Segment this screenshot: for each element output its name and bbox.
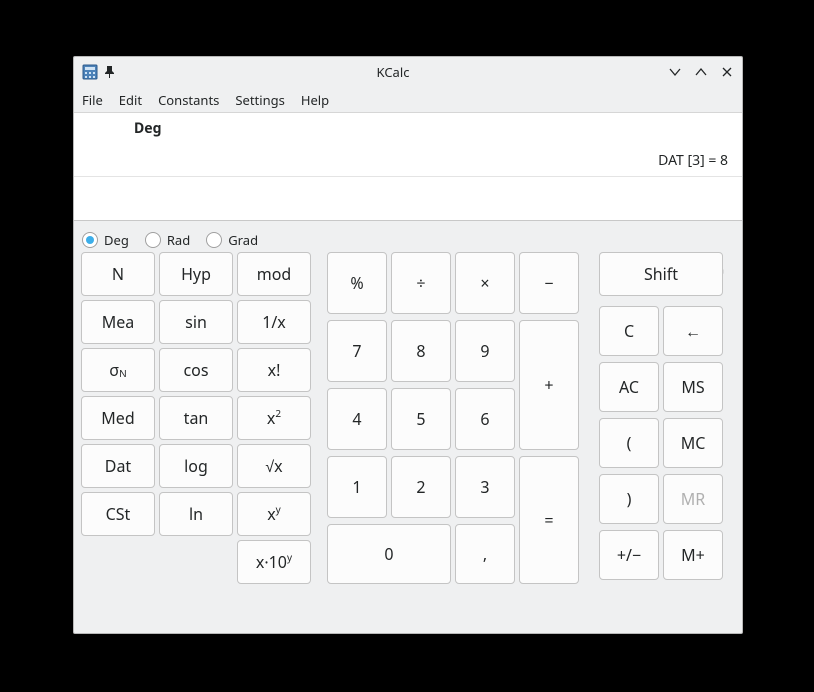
- n-button[interactable]: N: [81, 252, 155, 296]
- digit-3-button[interactable]: 3: [455, 456, 515, 518]
- display: Deg DAT [3] = 8: [74, 113, 742, 221]
- memory-clear-button[interactable]: MC: [663, 418, 723, 468]
- left-paren-button[interactable]: (: [599, 418, 659, 468]
- digit-2-button[interactable]: 2: [391, 456, 451, 518]
- radio-grad-label: Grad: [228, 231, 258, 249]
- menu-edit[interactable]: Edit: [119, 91, 142, 109]
- app-icon: [82, 64, 98, 80]
- radio-deg-label: Deg: [104, 231, 129, 249]
- display-input: [74, 177, 742, 220]
- digit-9-button[interactable]: 9: [455, 320, 515, 382]
- sigma-button[interactable]: σN: [81, 348, 155, 392]
- menu-help[interactable]: Help: [301, 91, 329, 109]
- mean-button[interactable]: Mea: [81, 300, 155, 344]
- multiply-button[interactable]: ×: [455, 252, 515, 314]
- digit-7-button[interactable]: 7: [327, 320, 387, 382]
- menubar: File Edit Constants Settings Help: [74, 87, 742, 113]
- backspace-button[interactable]: ←: [663, 306, 723, 356]
- sqrt-button[interactable]: √x: [237, 444, 311, 488]
- divide-button[interactable]: ÷: [391, 252, 451, 314]
- digit-5-button[interactable]: 5: [391, 388, 451, 450]
- clear-button[interactable]: C: [599, 306, 659, 356]
- hyp-button[interactable]: Hyp: [159, 252, 233, 296]
- display-mode: Deg: [74, 113, 742, 147]
- ln-button[interactable]: ln: [159, 492, 233, 536]
- memory-recall-button[interactable]: MR: [663, 474, 723, 524]
- display-result: DAT [3] = 8: [74, 147, 742, 177]
- digit-1-button[interactable]: 1: [327, 456, 387, 518]
- keypad-area: N Hyp mod Mea sin 1/x σN cos x! Med tan …: [81, 252, 735, 608]
- reciprocal-button[interactable]: 1/x: [237, 300, 311, 344]
- sin-button[interactable]: sin: [159, 300, 233, 344]
- equals-button[interactable]: =: [519, 456, 579, 584]
- add-button[interactable]: +: [519, 320, 579, 450]
- menu-constants[interactable]: Constants: [158, 91, 219, 109]
- radio-rad-label: Rad: [167, 231, 190, 249]
- percent-button[interactable]: %: [327, 252, 387, 314]
- cst-button[interactable]: CSt: [81, 492, 155, 536]
- subtract-button[interactable]: −: [519, 252, 579, 314]
- maximize-icon[interactable]: [694, 65, 708, 79]
- digit-4-button[interactable]: 4: [327, 388, 387, 450]
- menu-file[interactable]: File: [82, 91, 103, 109]
- radio-grad[interactable]: [206, 232, 222, 248]
- plus-minus-button[interactable]: +/−: [599, 530, 659, 580]
- memory-store-button[interactable]: MS: [663, 362, 723, 412]
- radio-rad[interactable]: [145, 232, 161, 248]
- right-paren-button[interactable]: ): [599, 474, 659, 524]
- window-controls: [668, 65, 734, 79]
- decimal-button[interactable]: ,: [455, 524, 515, 584]
- factorial-button[interactable]: x!: [237, 348, 311, 392]
- data-button[interactable]: Dat: [81, 444, 155, 488]
- pin-icon[interactable]: [104, 65, 118, 79]
- memory-add-button[interactable]: M+: [663, 530, 723, 580]
- digit-6-button[interactable]: 6: [455, 388, 515, 450]
- square-button[interactable]: x2: [237, 396, 311, 440]
- digit-0-button[interactable]: 0: [327, 524, 451, 584]
- power-button[interactable]: xy: [237, 492, 311, 536]
- mod-button[interactable]: mod: [237, 252, 311, 296]
- allclear-button[interactable]: AC: [599, 362, 659, 412]
- digit-8-button[interactable]: 8: [391, 320, 451, 382]
- titlebar: KCalc: [74, 57, 742, 87]
- close-icon[interactable]: [720, 65, 734, 79]
- minimize-icon[interactable]: [668, 65, 682, 79]
- log-button[interactable]: log: [159, 444, 233, 488]
- tan-button[interactable]: tan: [159, 396, 233, 440]
- median-button[interactable]: Med: [81, 396, 155, 440]
- radio-deg[interactable]: [82, 232, 98, 248]
- cos-button[interactable]: cos: [159, 348, 233, 392]
- window-title: KCalc: [124, 63, 662, 81]
- menu-settings[interactable]: Settings: [235, 91, 284, 109]
- x10y-button[interactable]: x·10y: [237, 540, 311, 584]
- shift-button[interactable]: Shift: [599, 252, 723, 296]
